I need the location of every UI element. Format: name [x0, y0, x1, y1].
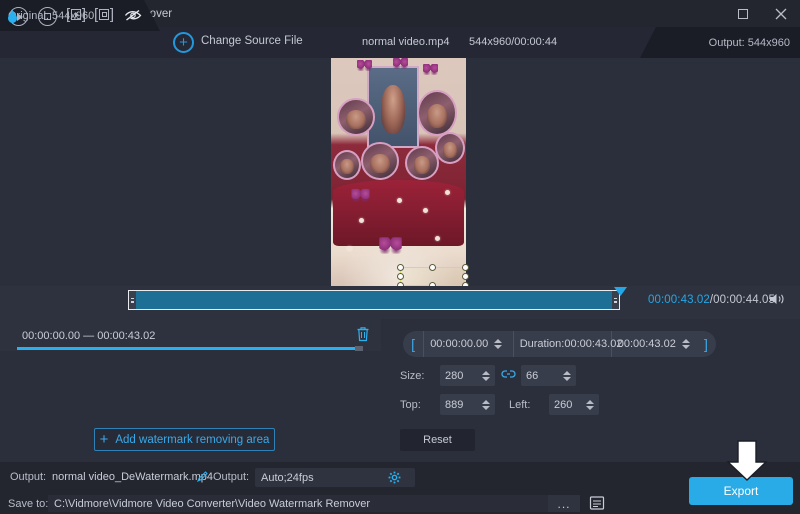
top-value: 889 [445, 398, 464, 411]
duration-field[interactable]: Duration:00:00:43.02 [514, 331, 622, 357]
change-source-file-button[interactable]: Change Source File [201, 35, 303, 47]
set-end-frame-icon[interactable]: [] [94, 7, 114, 27]
bracket-left-icon[interactable]: [ [403, 336, 423, 352]
size-height-value: 66 [526, 369, 539, 382]
watermark-selection-box[interactable] [397, 264, 469, 289]
pencil-icon[interactable] [196, 470, 209, 483]
stop-icon[interactable] [38, 7, 58, 27]
window-controls [724, 0, 800, 27]
gear-icon[interactable] [388, 471, 401, 484]
source-file-meta: 544x960/00:00:44 [469, 36, 558, 48]
left-spinner[interactable] [586, 399, 594, 410]
link-ratio-icon[interactable] [495, 369, 521, 382]
speaker-icon[interactable] [768, 292, 786, 306]
browse-button[interactable]: ... [548, 495, 580, 512]
top-spinner[interactable] [482, 399, 490, 410]
reset-button[interactable]: Reset [400, 429, 475, 451]
set-start-frame-icon[interactable]: [] [66, 7, 86, 27]
size-label: Size: [400, 369, 425, 382]
size-width-value: 280 [445, 369, 464, 382]
app-window: Φ Video Watermark Remover Original: 544x… [0, 0, 800, 514]
duration-value: Duration:00:00:43.02 [519, 338, 623, 350]
close-icon[interactable] [762, 0, 800, 27]
maximize-icon[interactable] [724, 0, 762, 27]
output-resolution-chip: Output: 544x960 [640, 27, 800, 58]
track-progress-bar[interactable] [17, 347, 362, 350]
save-path-value: C:\Vidmore\Vidmore Video Converter\Video… [54, 497, 371, 510]
left-label: Left: [509, 398, 531, 411]
save-to-label: Save to: [8, 498, 49, 510]
position-row: Top: 889 Left: 260 [400, 394, 599, 415]
size-height-input[interactable]: 66 [521, 365, 576, 386]
size-height-spinner[interactable] [563, 370, 571, 381]
start-time-value: 00:00:00.00 [430, 338, 489, 350]
video-frame [331, 58, 466, 286]
timeline-scrubber[interactable] [128, 290, 620, 310]
source-file-name: normal video.mp4 [362, 36, 450, 48]
watermark-drop-icon [6, 9, 19, 24]
trash-icon[interactable] [356, 326, 370, 342]
track-range-label: 00:00:00.00 — 00:00:43.02 [22, 330, 156, 342]
end-time-value: 00:00:43.02 [617, 338, 676, 350]
timeline-time-display: 00:00:43.02/00:00:44.05 [648, 294, 775, 306]
start-time-spinner[interactable] [494, 339, 503, 349]
left-value: 260 [554, 398, 573, 411]
end-time-spinner[interactable] [681, 339, 690, 349]
output-format-label: Output: [213, 471, 250, 483]
top-input[interactable]: 889 [440, 394, 495, 415]
current-time-value: 00:00:43.02 [648, 294, 710, 306]
save-path-input[interactable]: C:\Vidmore\Vidmore Video Converter\Video… [48, 495, 548, 512]
size-row: Size: 280 66 [400, 365, 576, 386]
size-width-input[interactable]: 280 [440, 365, 495, 386]
video-preview-area [0, 58, 800, 289]
end-time-field[interactable]: 00:00:43.02 [612, 331, 696, 357]
plus-circle-icon[interactable]: + [173, 32, 194, 53]
down-arrow-annotation [725, 440, 769, 482]
size-width-spinner[interactable] [482, 370, 490, 381]
bracket-right-icon[interactable]: ] [696, 336, 716, 352]
top-label: Top: [400, 398, 421, 411]
time-range-pill: [ 00:00:00.00 Duration:00:00:43.02 00:00… [403, 331, 716, 357]
output-resolution-label: Output: 544x960 [708, 36, 790, 49]
add-watermark-area-label: Add watermark removing area [115, 433, 270, 446]
start-time-field[interactable]: 00:00:00.00 [423, 331, 514, 357]
plus-icon: + [99, 431, 109, 448]
output-file-name: normal video_DeWatermark.mp4 [52, 471, 213, 483]
folder-icon[interactable] [588, 494, 606, 512]
total-time-value: /00:00:44.05 [709, 294, 776, 306]
add-watermark-area-button[interactable]: + Add watermark removing area [94, 428, 275, 451]
left-input[interactable]: 260 [549, 394, 599, 415]
output-format-value: Auto;24fps [261, 471, 314, 484]
output-name-label: Output: [10, 471, 47, 483]
eye-slash-icon[interactable] [124, 7, 142, 23]
